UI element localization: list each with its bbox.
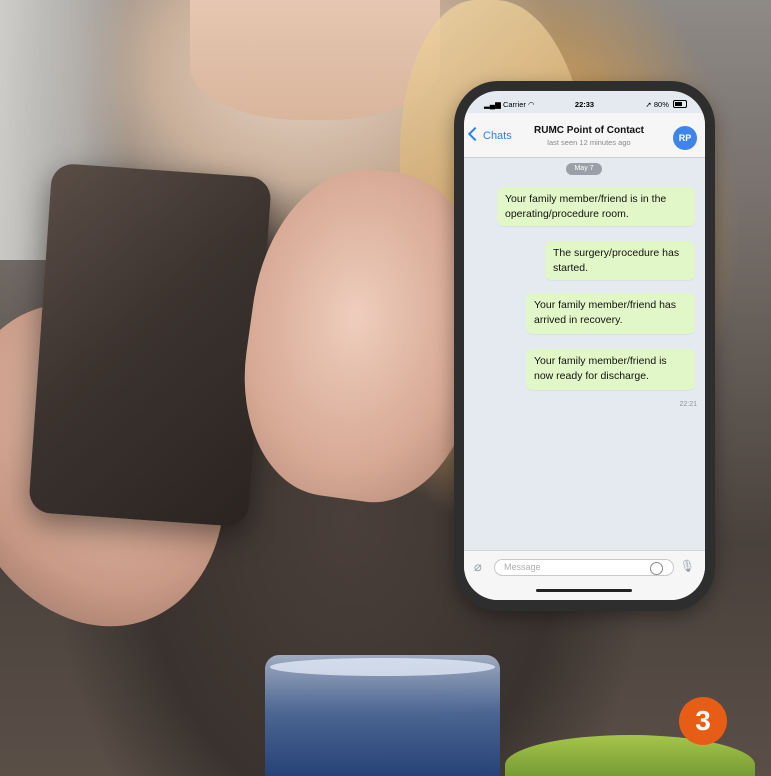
chat-header: Chats RUMC Point of Contact last seen 12…	[464, 113, 705, 158]
step-number-badge: 3	[679, 697, 727, 745]
message-input[interactable]: Message	[494, 559, 674, 576]
avatar[interactable]: RP	[673, 126, 697, 150]
message-bubble[interactable]: Your family member/friend is in the oper…	[497, 187, 695, 226]
last-seen-status: last seen 12 minutes ago	[547, 138, 631, 147]
status-bar: ▂▄▆ Carrier ◠ 22:33 ➚ 80%	[464, 91, 705, 113]
water-glass-rim	[270, 658, 495, 676]
sticker-icon[interactable]	[650, 562, 663, 575]
message-bubble[interactable]: Your family member/friend has arrived in…	[526, 293, 695, 334]
microphone-icon[interactable]: 🎙	[680, 559, 695, 573]
phone-mockup: ▂▄▆ Carrier ◠ 22:33 ➚ 80% Chats RUMC Poi…	[454, 81, 715, 611]
chevron-left-icon	[467, 126, 483, 142]
paperclip-icon[interactable]: ⌀	[474, 559, 482, 575]
person-face	[190, 0, 440, 120]
location-icon: ➚	[645, 100, 652, 109]
message-bubble[interactable]: The surgery/procedure has started.	[545, 241, 695, 280]
back-label: Chats	[483, 130, 512, 142]
date-divider: May 7	[566, 163, 602, 175]
phone-screen: ▂▄▆ Carrier ◠ 22:33 ➚ 80% Chats RUMC Poi…	[464, 91, 705, 600]
message-bubble[interactable]: Your family member/friend is now ready f…	[526, 349, 695, 390]
battery-percent: 80%	[653, 100, 669, 109]
message-timestamp: 22:21	[679, 401, 697, 408]
contact-name[interactable]: RUMC Point of Contact	[514, 125, 664, 136]
held-smartphone	[28, 162, 272, 528]
message-placeholder: Message	[504, 562, 541, 572]
back-button[interactable]: Chats	[467, 126, 512, 142]
plant	[505, 735, 755, 776]
message-composer: ⌀ Message 🎙	[464, 550, 705, 600]
home-indicator	[536, 589, 632, 592]
battery-icon	[673, 100, 687, 108]
